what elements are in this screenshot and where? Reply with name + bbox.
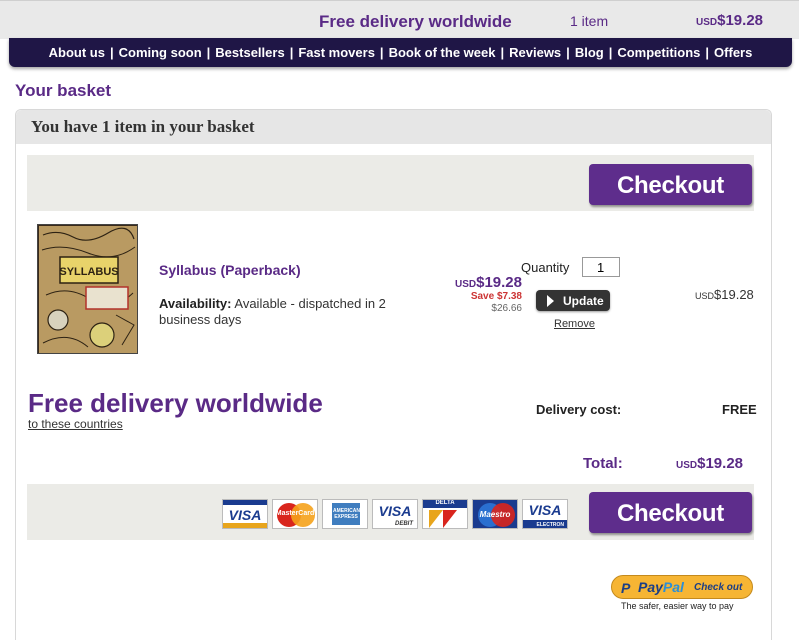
basket-total-amount: $19.28 <box>717 12 764 29</box>
quantity-label: Quantity <box>521 260 570 275</box>
nav-separator: | <box>608 45 613 60</box>
nav-separator: | <box>705 45 710 60</box>
item-price: USD$19.28 <box>442 274 522 291</box>
top-bar: Free delivery worldwide 1 item USD$19.28 <box>0 0 799 39</box>
nav-separator: | <box>206 45 211 60</box>
paypal-checkout-button[interactable]: P PayPal Check out <box>611 575 753 599</box>
basket-summary-heading: You have 1 item in your basket <box>31 117 255 136</box>
total-label: Total: <box>583 455 623 472</box>
card-label: VISA <box>228 507 262 523</box>
delivery-countries-link[interactable]: to these countries <box>28 417 123 431</box>
product-title[interactable]: Syllabus (Paperback) <box>159 262 301 278</box>
item-saving: Save $7.38 <box>470 291 522 302</box>
total-value: USD$19.28 <box>676 455 743 472</box>
nav-bestsellers[interactable]: Bestsellers <box>215 45 284 60</box>
checkout-button-top[interactable]: Checkout <box>589 164 752 205</box>
page-title: Your basket <box>15 81 112 100</box>
paypal-checkout-label: Check out <box>694 582 743 593</box>
currency-code: USD <box>454 279 477 290</box>
nav-separator: | <box>289 45 294 60</box>
visa-debit-icon: VISA DEBIT <box>372 499 418 529</box>
basket-panel-header: You have 1 item in your basket <box>16 110 771 144</box>
update-button[interactable]: Update <box>536 290 610 311</box>
nav-offers[interactable]: Offers <box>714 45 752 60</box>
checkout-button-bottom[interactable]: Checkout <box>589 492 752 533</box>
card-sublabel: ELECTRON <box>536 522 565 528</box>
card-label: AMERICAN EXPRESS <box>333 508 360 520</box>
basket-total[interactable]: USD$19.28 <box>696 12 763 29</box>
line-total: USD$19.28 <box>695 287 754 302</box>
mastercard-icon: MasterCard <box>272 499 318 529</box>
card-label: VISA <box>378 503 412 519</box>
nav-reviews[interactable]: Reviews <box>509 45 561 60</box>
card-label: MasterCard <box>275 510 315 517</box>
currency-code: USD <box>676 460 698 471</box>
payment-cards: VISA MasterCard AMERICAN EXPRESS VISA DE… <box>222 499 568 529</box>
update-label: Update <box>563 293 604 308</box>
visa-card-icon: VISA <box>222 499 268 529</box>
line-total-amount: $19.28 <box>714 287 754 302</box>
book-cover-art: SYLLABUS <box>38 225 137 353</box>
card-label: DELTA <box>435 500 455 506</box>
total-amount: $19.28 <box>697 455 744 472</box>
nav-coming-soon[interactable]: Coming soon <box>119 45 202 60</box>
basket-item-count[interactable]: 1 item <box>570 13 608 29</box>
item-rrp: $26.66 <box>491 303 522 314</box>
card-label: Maestro <box>479 510 511 519</box>
book-cover-image[interactable]: SYLLABUS <box>37 224 138 354</box>
quantity-input[interactable] <box>582 257 620 277</box>
delta-card-icon: DELTA <box>422 499 468 529</box>
play-arrow-icon <box>543 294 557 308</box>
free-delivery-banner: Free delivery worldwide <box>319 12 512 31</box>
card-sublabel: DEBIT <box>395 521 413 527</box>
nav-fast-movers[interactable]: Fast movers <box>298 45 375 60</box>
visa-electron-icon: VISA ELECTRON <box>522 499 568 529</box>
paypal-p-icon: P <box>621 580 631 596</box>
item-price-amount: $19.28 <box>476 274 522 291</box>
currency-code: USD <box>695 291 715 301</box>
paypal-logo-pay: Pay <box>638 579 663 595</box>
american-express-icon: AMERICAN EXPRESS <box>322 499 368 529</box>
nav-about-us[interactable]: About us <box>49 45 105 60</box>
availability-label: Availability: <box>159 296 232 311</box>
free-delivery-heading: Free delivery worldwide <box>28 388 323 418</box>
nav-competitions[interactable]: Competitions <box>617 45 700 60</box>
nav-blog[interactable]: Blog <box>575 45 604 60</box>
book-cover-title: SYLLABUS <box>59 266 118 278</box>
paypal-logo-pal: Pal <box>662 579 684 595</box>
remove-link[interactable]: Remove <box>554 318 595 330</box>
availability-info: Availability: Available - dispatched in … <box>159 296 419 328</box>
nav-separator: | <box>566 45 570 60</box>
nav-book-of-the-week[interactable]: Book of the week <box>389 45 496 60</box>
paypal-tagline: The safer, easier way to pay <box>621 601 734 611</box>
currency-code: USD <box>696 17 718 28</box>
delivery-cost-label: Delivery cost: <box>536 402 622 417</box>
card-label: VISA <box>528 502 562 518</box>
main-navigation: About us | Coming soon | Bestsellers | Fast… <box>9 38 792 67</box>
nav-separator: | <box>379 45 384 60</box>
paypal-logo: PayPal <box>638 579 684 595</box>
delivery-cost-value: FREE <box>722 402 757 417</box>
maestro-icon: Maestro <box>472 499 518 529</box>
nav-separator: | <box>109 45 114 60</box>
nav-separator: | <box>500 45 505 60</box>
